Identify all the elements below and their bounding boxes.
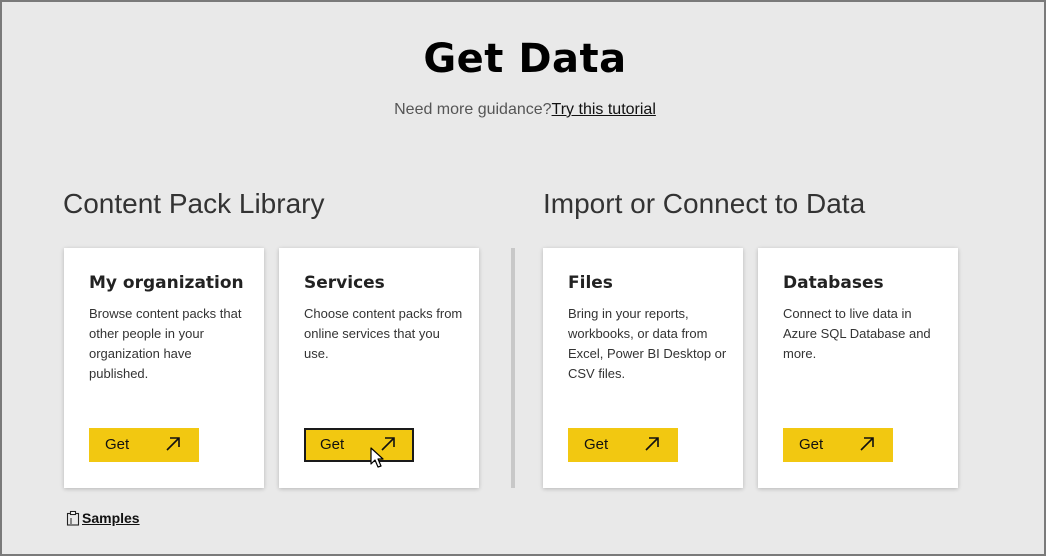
mouse-pointer-icon	[370, 447, 384, 468]
card-description: Connect to live data in Azure SQL Databa…	[783, 306, 931, 361]
get-data-window: Get Data Need more guidance?Try this tut…	[0, 0, 1046, 556]
section-title-content-pack-library: Content Pack Library	[63, 188, 325, 219]
card-title: Files	[568, 273, 613, 293]
card-title: Databases	[783, 273, 884, 293]
get-button-label: Get	[799, 436, 824, 453]
section-divider	[511, 248, 515, 488]
guidance-text: Need more guidance?	[394, 101, 552, 118]
card-title: My organization	[89, 273, 244, 293]
get-button-label: Get	[320, 436, 345, 453]
get-databases-button[interactable]: Get	[783, 428, 893, 462]
card-title: Services	[304, 273, 385, 293]
page-title: Get Data	[423, 36, 627, 82]
tutorial-link[interactable]: Try this tutorial	[552, 101, 656, 118]
arrow-up-right-icon	[860, 437, 874, 451]
guidance-line: Need more guidance?Try this tutorial	[2, 101, 1046, 119]
card-my-organization: My organization Browse content packs tha…	[64, 248, 264, 488]
card-description: Bring in your reports, workbooks, or dat…	[568, 306, 727, 381]
get-button-label: Get	[105, 436, 130, 453]
card-description: Browse content packs that other people i…	[89, 306, 242, 381]
samples-link[interactable]: Samples	[65, 510, 140, 526]
card-files: Files Bring in your reports, workbooks, …	[543, 248, 743, 488]
get-my-organization-button[interactable]: Get	[89, 428, 199, 462]
get-services-button[interactable]: Get	[304, 428, 414, 462]
card-databases: Databases Connect to live data in Azure …	[758, 248, 958, 488]
samples-label: Samples	[82, 510, 140, 526]
arrow-up-right-icon	[645, 437, 659, 451]
arrow-up-right-icon	[166, 437, 180, 451]
section-title-import-connect: Import or Connect to Data	[543, 188, 866, 219]
get-files-button[interactable]: Get	[568, 428, 678, 462]
clipboard-icon	[66, 510, 80, 526]
get-button-label: Get	[584, 436, 609, 453]
card-description: Choose content packs from online service…	[304, 306, 463, 361]
